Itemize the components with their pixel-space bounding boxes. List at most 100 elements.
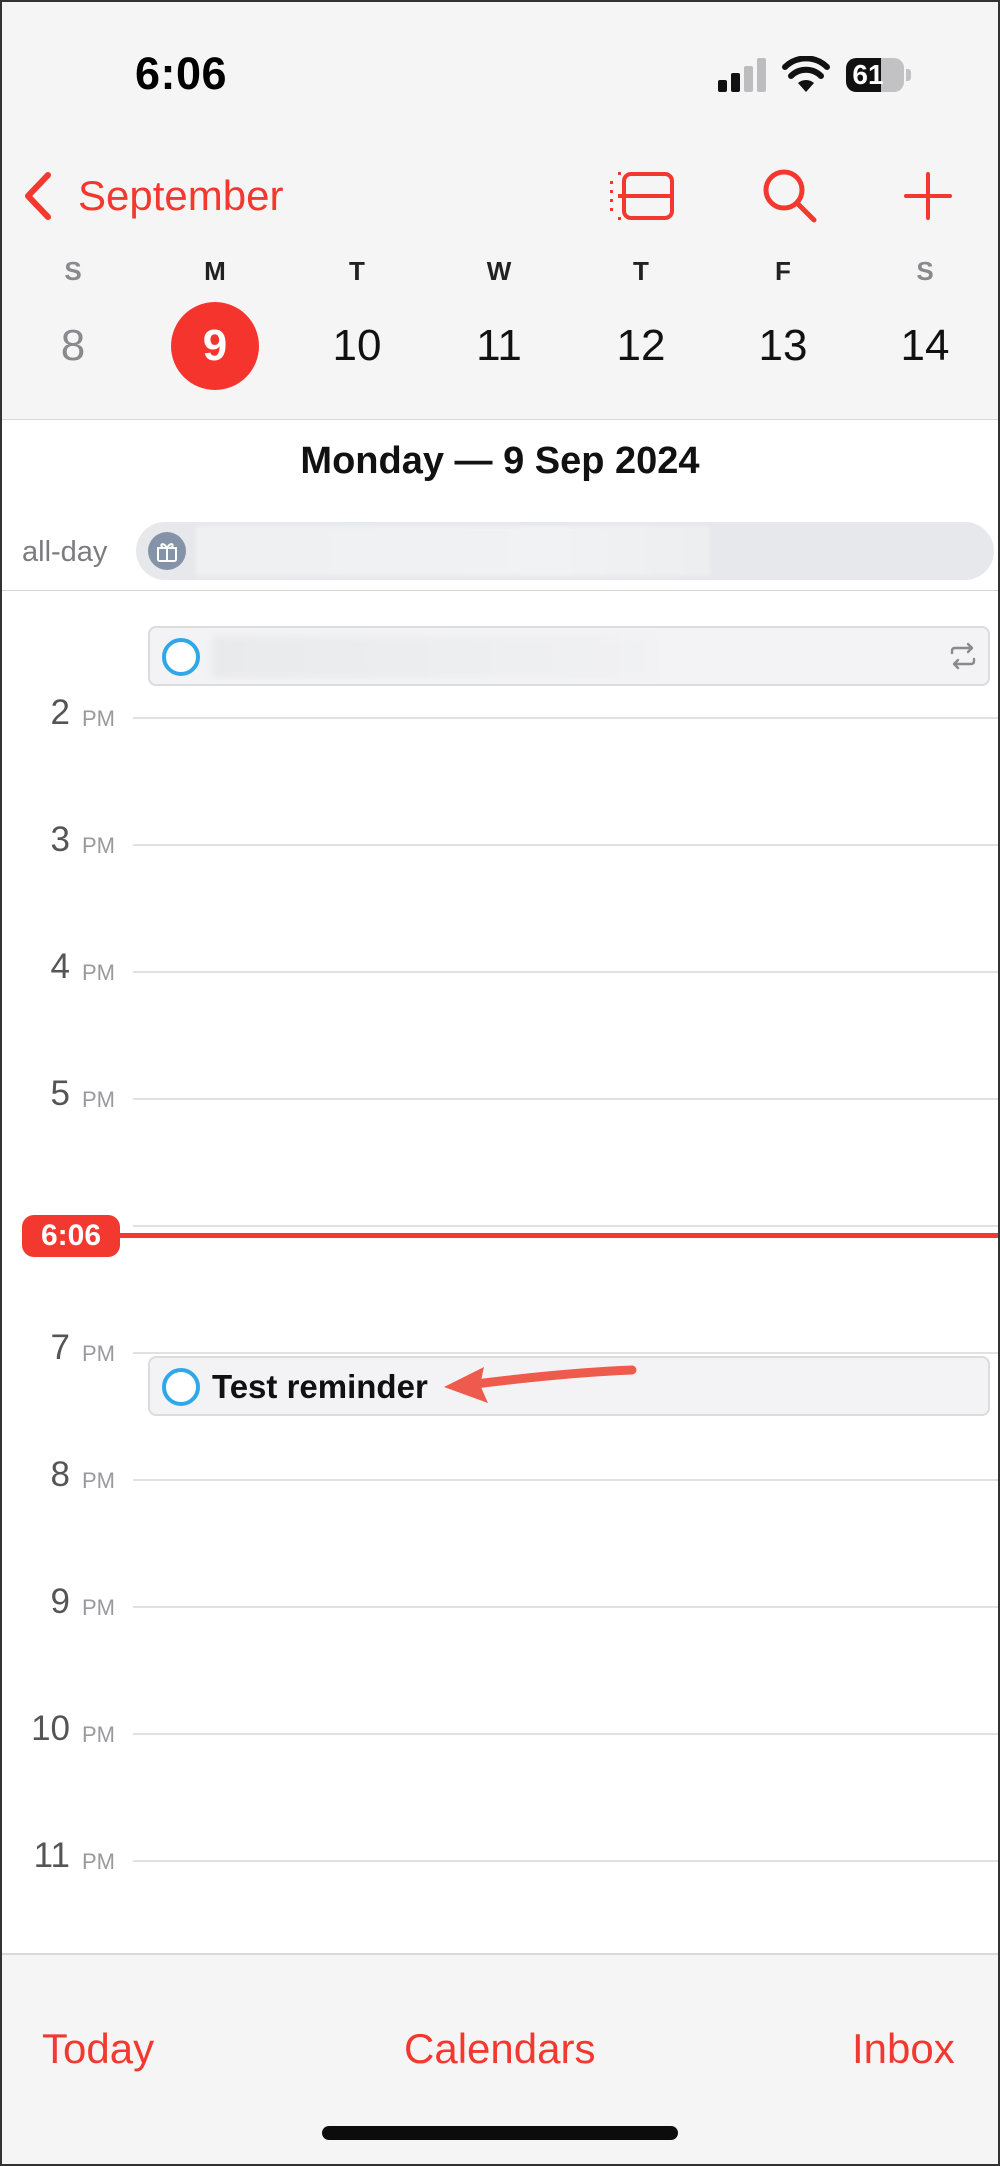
hour-number: 3 — [50, 820, 70, 859]
selected-day-circle: 9 — [171, 302, 259, 390]
hour-suffix: PM — [82, 1595, 115, 1620]
hour-row-5pm: 5 PM — [0, 1074, 1000, 1114]
day-number-wrap: 14 — [881, 302, 969, 390]
list-view-button[interactable] — [606, 164, 678, 228]
current-time-line — [110, 1233, 1000, 1238]
gift-icon — [148, 532, 186, 570]
day-letter: S — [64, 256, 82, 286]
add-event-button[interactable] — [892, 164, 964, 228]
battery-tip — [906, 69, 911, 81]
hour-suffix: PM — [82, 1468, 115, 1493]
hour-gridline — [133, 1860, 1000, 1862]
day-number-wrap: 13 — [739, 302, 827, 390]
annotation-arrow-icon — [444, 1365, 637, 1403]
wifi-icon — [782, 56, 830, 92]
reminder-checkbox[interactable] — [162, 638, 200, 676]
hour-number: 8 — [50, 1455, 70, 1494]
search-icon — [763, 169, 817, 223]
hour-gridline — [133, 844, 1000, 846]
battery-level-text: 61 — [852, 59, 884, 90]
day-number: 14 — [900, 321, 950, 370]
hour-gridline — [133, 717, 1000, 719]
hour-suffix: PM — [82, 1087, 115, 1112]
hour-number: 10 — [31, 1709, 70, 1748]
plus-icon — [904, 172, 952, 220]
hour-gridline — [133, 1098, 1000, 1100]
reminder-checkbox[interactable] — [162, 1368, 200, 1406]
day-letter: F — [775, 256, 791, 286]
day-number-wrap: 8 — [29, 302, 117, 390]
battery-icon: 61 — [846, 58, 911, 92]
header-area: 6:06 61 September S 8 M 9 T 10 W 11 T 12… — [0, 0, 1000, 420]
today-button[interactable]: Today — [42, 2025, 154, 2073]
week-strip: S 8 M 9 T 10 W 11 T 12 F 13 S 14 — [0, 252, 1000, 412]
hour-suffix: PM — [82, 1722, 115, 1747]
day-wednesday[interactable]: W 11 — [428, 252, 570, 412]
chevron-left-icon — [25, 172, 51, 220]
day-title: Monday — 9 Sep 2024 — [300, 440, 700, 482]
reminder-title: Test reminder — [212, 1368, 428, 1405]
day-number: 13 — [758, 321, 808, 370]
day-letter: T — [349, 256, 365, 286]
hour-number: 7 — [50, 1328, 70, 1367]
hour-gridline — [133, 1606, 1000, 1608]
day-friday[interactable]: F 13 — [712, 252, 854, 412]
calendars-button[interactable]: Calendars — [404, 2025, 595, 2073]
list-view-icon — [610, 172, 674, 220]
day-monday-selected[interactable]: M 9 — [144, 252, 286, 412]
hour-row-8pm: 8 PM — [0, 1455, 1000, 1495]
inbox-button[interactable]: Inbox — [852, 2025, 955, 2073]
hour-number: 9 — [50, 1582, 70, 1621]
day-number: 12 — [616, 321, 666, 370]
day-letter: W — [486, 256, 512, 286]
gift-glyph — [157, 543, 177, 562]
hour-row-11pm: 11 PM — [0, 1836, 1000, 1876]
blurred-event-title — [196, 526, 710, 576]
hour-row-9pm: 9 PM — [0, 1582, 1000, 1622]
status-time: 6:06 — [135, 48, 228, 99]
hour-suffix: PM — [82, 833, 115, 858]
home-indicator[interactable] — [322, 2126, 678, 2140]
day-sunday[interactable]: S 8 — [2, 252, 144, 412]
blurred-event-title — [212, 636, 652, 678]
search-button[interactable] — [754, 164, 826, 228]
hour-number: 11 — [33, 1836, 70, 1875]
hour-number: 4 — [50, 947, 70, 986]
hour-gridline — [133, 1733, 1000, 1735]
repeat-icon — [950, 642, 976, 670]
day-number: 9 — [202, 321, 228, 370]
hour-gridline — [133, 1352, 1000, 1354]
day-number-wrap: 11 — [455, 302, 543, 390]
hour-suffix: PM — [82, 960, 115, 985]
day-thursday[interactable]: T 12 — [570, 252, 712, 412]
day-letter: M — [204, 256, 226, 286]
hour-number: 2 — [50, 693, 70, 732]
hour-gridline — [133, 1479, 1000, 1481]
day-number-wrap: 10 — [313, 302, 401, 390]
current-time-badge: 6:06 — [22, 1215, 120, 1257]
nav-bar: September — [0, 150, 1000, 240]
all-day-event[interactable] — [136, 522, 994, 580]
hour-gridline — [133, 971, 1000, 973]
day-number: 11 — [476, 321, 522, 370]
hour-row-1pm: 1 PM — [0, 591, 1000, 611]
hour-row-4pm: 4 PM — [0, 947, 1000, 987]
day-timeline[interactable]: 1 PM 2 PM 3 PM 4 PM 5 PM 6:06 7 PM — [0, 591, 1000, 1954]
hour-suffix: PM — [82, 1341, 115, 1366]
day-number: 8 — [60, 321, 86, 370]
hour-number: 5 — [50, 1074, 70, 1113]
day-number-wrap: 12 — [597, 302, 685, 390]
hour-gridline — [133, 1225, 1000, 1227]
hour-suffix: PM — [82, 1849, 115, 1874]
day-saturday[interactable]: S 14 — [854, 252, 996, 412]
day-letter: T — [633, 256, 649, 286]
hour-row-2pm: 2 PM — [0, 693, 1000, 733]
hour-suffix: PM — [82, 706, 115, 731]
day-tuesday[interactable]: T 10 — [286, 252, 428, 412]
day-number: 10 — [332, 321, 382, 370]
day-letter: S — [916, 256, 934, 286]
reminder-event-blurred[interactable] — [148, 626, 990, 686]
back-button[interactable]: September — [20, 164, 283, 228]
hour-row-3pm: 3 PM — [0, 820, 1000, 860]
all-day-label: all-day — [22, 536, 108, 568]
